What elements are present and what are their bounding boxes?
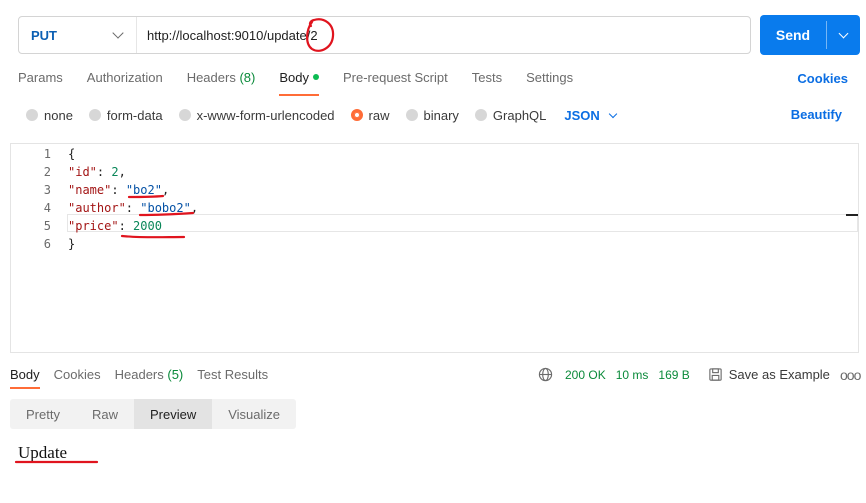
tab-headers-label: Headers	[186, 70, 236, 85]
response-size[interactable]: 169 B	[658, 368, 689, 382]
json-key: "price"	[68, 219, 119, 233]
radio-graphql-label: GraphQL	[492, 107, 547, 123]
json-value: 2000	[133, 219, 162, 233]
current-line-highlight	[67, 214, 858, 232]
tab-params[interactable]: Params	[18, 70, 63, 90]
radio-binary-label: binary	[423, 107, 459, 123]
radio-binary[interactable]: binary	[405, 107, 459, 123]
response-headers-count: (5)	[167, 367, 184, 382]
beautify-button[interactable]: Beautify	[791, 107, 842, 122]
tab-pre-request-script[interactable]: Pre-request Script	[343, 70, 448, 90]
scroll-marker	[846, 214, 858, 216]
send-button[interactable]: Send	[760, 15, 860, 55]
response-tab-body[interactable]: Body	[10, 367, 40, 389]
view-pretty[interactable]: Pretty	[10, 399, 76, 429]
tab-tests[interactable]: Tests	[472, 70, 502, 90]
radio-urlencoded-label: x-www-form-urlencoded	[196, 107, 335, 123]
response-time[interactable]: 10 ms	[616, 368, 649, 382]
url-input[interactable]: http://localhost:9010/update/2	[137, 28, 750, 43]
radio-none[interactable]: none	[26, 108, 73, 123]
chevron-down-icon	[838, 28, 849, 38]
format-label: JSON	[564, 107, 600, 123]
response-tab-headers[interactable]: Headers (5)	[115, 367, 184, 382]
request-tabs: Params Authorization Headers (8) Body Pr…	[18, 70, 597, 96]
chevron-down-icon	[112, 27, 124, 39]
radio-icon	[405, 109, 418, 121]
json-value: "bo2"	[125, 183, 162, 197]
code-line: {	[68, 147, 76, 161]
line-number: 6	[43, 237, 51, 251]
radio-raw-label: raw	[368, 107, 390, 123]
response-tab-test-results[interactable]: Test Results	[197, 367, 268, 382]
json-key: "name"	[68, 183, 112, 197]
radio-none-label: none	[44, 107, 73, 123]
response-view-switcher: Pretty Raw Preview Visualize	[10, 399, 297, 429]
chevron-down-icon	[608, 109, 618, 118]
save-as-example-label: Save as Example	[728, 367, 830, 382]
radio-raw[interactable]: raw	[350, 107, 390, 123]
line-number: 5	[43, 219, 51, 233]
radio-form-data-label: form-data	[106, 107, 163, 123]
code-line: "id": 2,	[68, 165, 126, 179]
view-visualize[interactable]: Visualize	[212, 399, 296, 429]
response-status-bar: 200 OK 10 ms 169 B Save as Example	[538, 367, 830, 382]
json-key: "id"	[68, 165, 97, 179]
headers-count: (8)	[239, 70, 256, 85]
json-value: 2	[111, 165, 119, 179]
view-raw[interactable]: Raw	[76, 399, 134, 429]
code-line: }	[68, 237, 76, 251]
save-as-example-button[interactable]: Save as Example	[708, 367, 830, 382]
radio-graphql[interactable]: GraphQL	[474, 107, 547, 123]
line-number: 2	[43, 165, 51, 179]
line-number: 4	[43, 201, 51, 215]
format-select[interactable]: JSON	[564, 107, 618, 123]
line-number: 3	[43, 183, 51, 197]
send-options-button[interactable]	[827, 15, 860, 55]
view-preview[interactable]: Preview	[133, 399, 213, 429]
method-select[interactable]: PUT	[19, 17, 137, 53]
radio-urlencoded[interactable]: x-www-form-urlencoded	[178, 107, 335, 123]
radio-icon	[178, 109, 191, 121]
globe-icon[interactable]	[538, 367, 553, 382]
response-tabs: Body Cookies Headers (5) Test Results	[10, 367, 282, 389]
radio-icon	[474, 109, 487, 121]
radio-selected-icon	[350, 109, 363, 121]
save-icon	[709, 368, 722, 381]
tab-headers[interactable]: Headers (8)	[187, 70, 256, 90]
code-line: "name": "bo2",	[68, 183, 170, 197]
code-line: "author": "bobo2",	[68, 201, 199, 215]
response-preview-text: Update	[18, 443, 68, 462]
response-tab-cookies[interactable]: Cookies	[54, 367, 101, 382]
tab-authorization[interactable]: Authorization	[87, 70, 163, 90]
json-key: "author"	[68, 201, 126, 215]
cookies-link[interactable]: Cookies	[797, 71, 848, 86]
body-type-options: none form-data x-www-form-urlencoded raw…	[26, 106, 618, 124]
status-code[interactable]: 200 OK	[565, 368, 606, 382]
modified-dot-icon	[312, 74, 319, 80]
tab-body-label: Body	[279, 70, 309, 85]
code-editor[interactable]: 1 { 2 "id": 2, 3 "name": "bo2", 4 "autho…	[10, 143, 859, 353]
more-options-icon[interactable]: ooo	[840, 367, 861, 383]
radio-icon	[88, 109, 101, 121]
method-label: PUT	[31, 27, 57, 43]
json-value: "bobo2"	[140, 201, 191, 215]
tab-settings[interactable]: Settings	[526, 70, 573, 90]
radio-form-data[interactable]: form-data	[88, 107, 163, 123]
line-number: 1	[43, 147, 51, 161]
tab-body[interactable]: Body	[279, 70, 319, 96]
code-line: "price": 2000	[68, 219, 162, 233]
url-bar: PUT http://localhost:9010/update/2	[18, 16, 751, 54]
radio-icon	[26, 109, 38, 121]
send-label: Send	[775, 27, 811, 43]
response-tab-headers-label: Headers	[114, 367, 164, 382]
